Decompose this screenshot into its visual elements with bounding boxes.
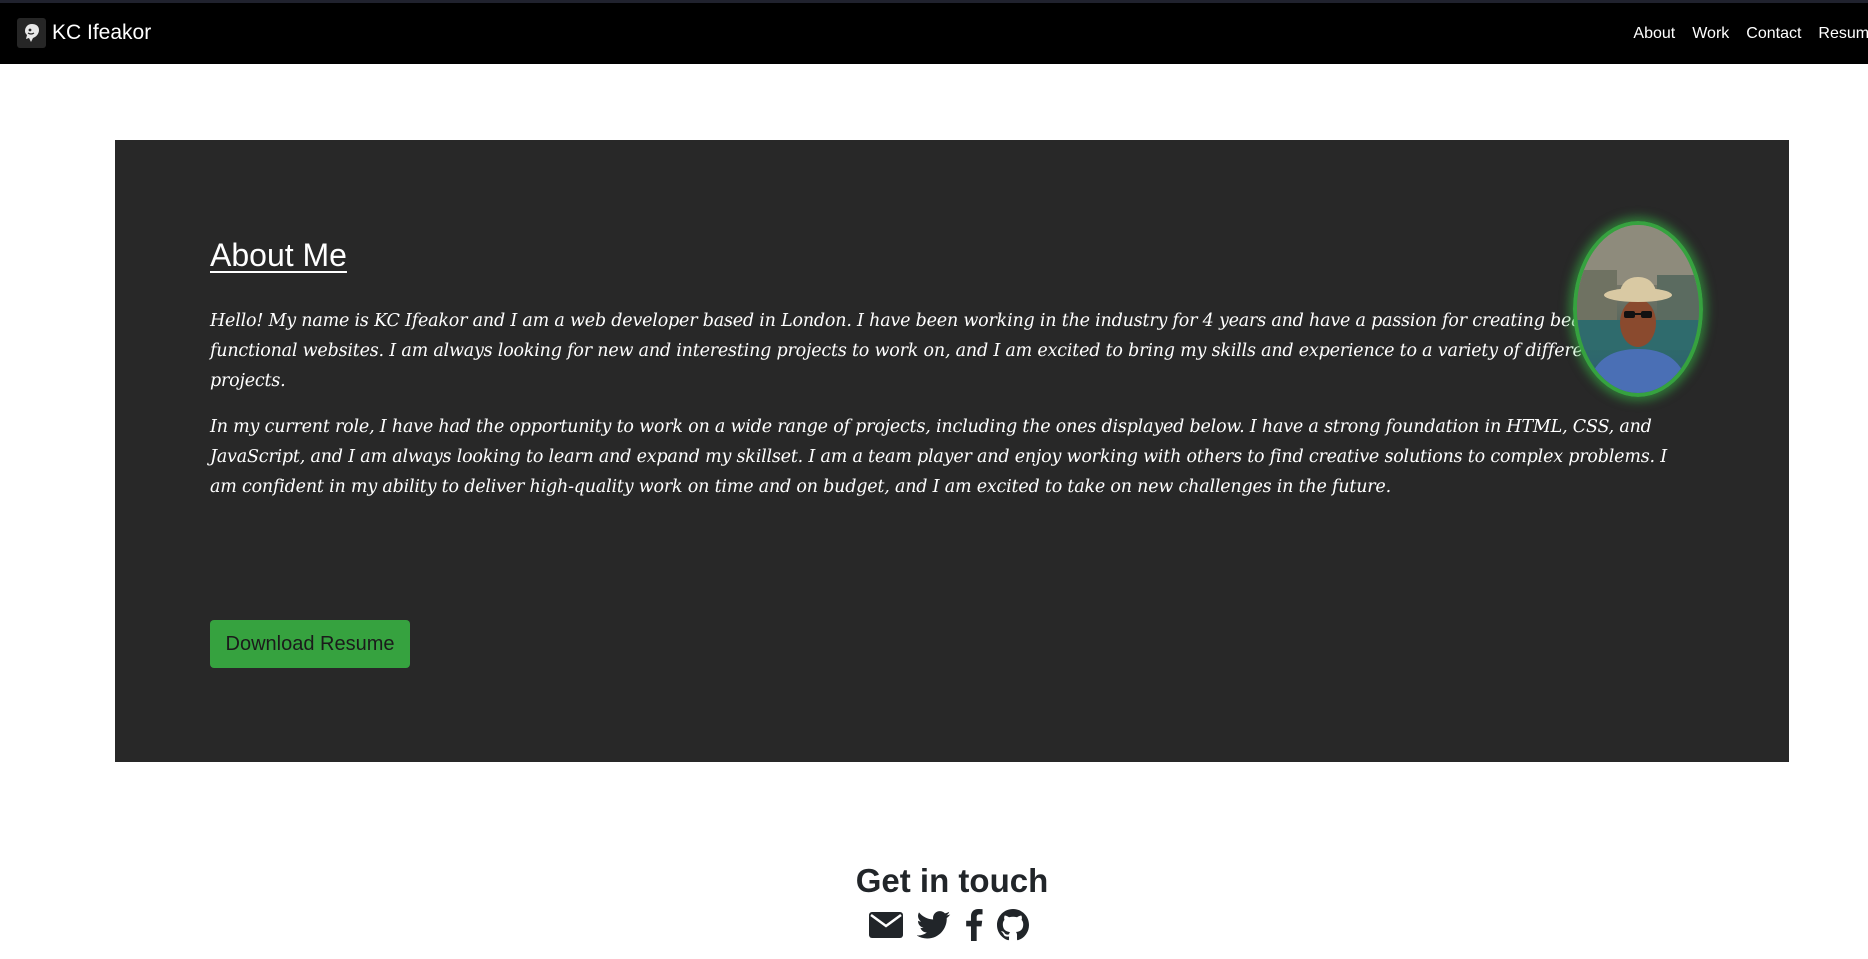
nav-links: About Work Contact Resume [1616, 25, 1868, 43]
navbar: KC Ifeakor About Work Contact Resume [0, 3, 1868, 64]
twitter-icon[interactable] [917, 909, 951, 941]
about-title: About Me [210, 237, 347, 273]
github-icon[interactable] [997, 909, 1029, 941]
lion-head-icon [17, 18, 46, 48]
contact-title: Get in touch [855, 862, 1049, 899]
download-resume-button[interactable]: Download Resume [210, 620, 410, 668]
about-paragraph-role: In my current role, I have had the oppor… [210, 417, 1667, 497]
envelope-icon[interactable] [869, 909, 903, 941]
brand-name: KC Ifeakor [52, 21, 152, 44]
about-paragraph-intro: Hello! My name is KC Ifeakor and I am a … [210, 311, 1666, 391]
about-section: About Me Hello! My name is KC Ifeakor an… [115, 140, 1789, 762]
nav-link-contact[interactable]: Contact [1746, 25, 1801, 43]
about-body: Hello! My name is KC Ifeakor and I am a … [210, 306, 1670, 518]
social-links [869, 909, 1029, 941]
profile-avatar [1573, 221, 1703, 397]
facebook-icon[interactable] [963, 909, 985, 941]
nav-link-resume[interactable]: Resume [1818, 25, 1868, 43]
nav-link-about[interactable]: About [1633, 25, 1675, 43]
brand-link[interactable]: KC Ifeakor [17, 18, 151, 48]
nav-link-work[interactable]: Work [1692, 25, 1729, 43]
